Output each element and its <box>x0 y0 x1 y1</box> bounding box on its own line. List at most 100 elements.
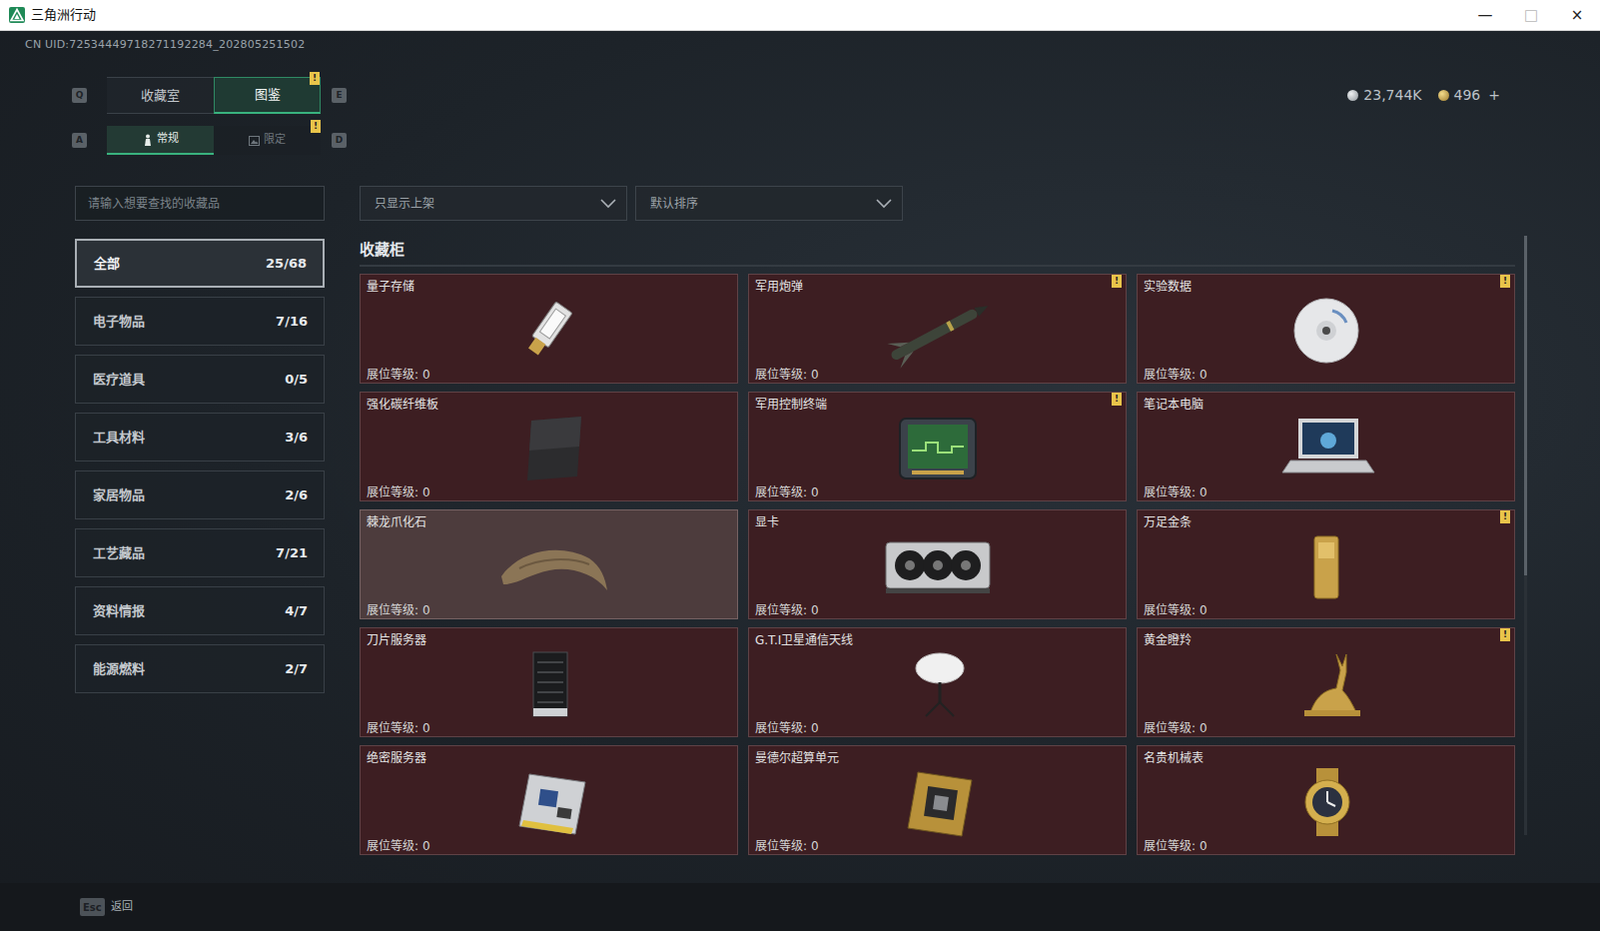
key-hint: E <box>331 87 347 103</box>
category-item[interactable]: 工具材料3/6 <box>74 412 325 462</box>
alert-badge: ! <box>1111 392 1122 406</box>
booth-level-label: 展位等级: <box>1143 602 1196 619</box>
booth-level-value: 0 <box>1199 720 1208 737</box>
collectible-card[interactable]: 绝密服务器展位等级:0 <box>359 745 739 855</box>
category-item[interactable]: 能源燃料2/7 <box>74 644 325 694</box>
collectible-name: 绝密服务器 <box>366 750 732 767</box>
collectible-card[interactable]: 军用控制终端展位等级:0! <box>748 391 1127 502</box>
collectible-card[interactable]: 万足金条展位等级:0! <box>1136 509 1516 620</box>
category-count: 25/68 <box>265 253 307 274</box>
filter-dropdown[interactable]: 只显示上架 <box>359 185 628 221</box>
category-label: 工艺藏品 <box>92 543 145 564</box>
cabinet-area: 量子存储展位等级:0军用炮弹展位等级:0!实验数据展位等级:0!强化碳纤维板展位… <box>359 273 1529 858</box>
booth-level: 展位等级:0 <box>366 602 732 619</box>
booth-level-label: 展位等级: <box>1143 366 1196 383</box>
category-item[interactable]: 全部25/68 <box>74 238 325 288</box>
satellite-dish-icon <box>755 648 1120 721</box>
data-disc-icon <box>1143 294 1509 367</box>
scrollbar-thumb[interactable] <box>1524 235 1528 576</box>
filter-dropdown[interactable]: 默认排序 <box>635 185 903 221</box>
booth-level-label: 展位等级: <box>755 720 807 737</box>
collectible-name: 量子存储 <box>366 278 732 295</box>
fossil-claw-icon <box>366 530 732 603</box>
search-field[interactable] <box>74 185 325 221</box>
silver-coin-icon <box>1347 89 1359 101</box>
sub-tab[interactable]: 常规 <box>106 125 214 155</box>
collectible-card[interactable]: 军用炮弹展位等级:0! <box>748 273 1127 384</box>
gold-bar-icon <box>1143 530 1509 603</box>
booth-level: 展位等级:0 <box>366 837 732 854</box>
booth-level-value: 0 <box>810 366 819 383</box>
minimize-button[interactable]: — <box>1462 0 1509 31</box>
main-area: 全部25/68 电子物品7/16 医疗道具0/5 工具材料3/6 家居物品2/6 工艺藏品… <box>0 185 1600 858</box>
collectible-name: 强化碳纤维板 <box>366 396 732 413</box>
booth-level-value: 0 <box>1199 602 1208 619</box>
window-controls: —□× <box>1462 0 1600 31</box>
luxury-watch-icon <box>1143 766 1509 838</box>
booth-level-label: 展位等级: <box>1143 720 1196 737</box>
laptop-icon <box>1143 412 1509 485</box>
uid-label: CN UID:72534449718271192284_202805251502 <box>0 30 1600 52</box>
carbon-plate-icon <box>366 412 732 485</box>
supercomputer-chip-icon <box>755 766 1120 838</box>
close-button[interactable]: × <box>1554 0 1600 31</box>
scrollbar-track[interactable] <box>1524 235 1528 835</box>
right-column: 只显示上架默认排序收藏柜量子存储展位等级:0军用炮弹展位等级:0!实验数据展位等… <box>359 185 1529 858</box>
booth-level: 展位等级:0 <box>1143 484 1509 501</box>
main-tab[interactable]: 收藏室 <box>106 76 214 114</box>
collectible-name: 显卡 <box>755 514 1120 531</box>
collectible-name: 笔记本电脑 <box>1143 396 1509 413</box>
main-tab[interactable]: 图鉴! <box>213 76 321 114</box>
booth-level-label: 展位等级: <box>755 837 807 854</box>
sub-tabs: 常规限定! <box>106 125 321 155</box>
collectible-name: G.T.I卫星通信天线 <box>755 632 1120 649</box>
back-button[interactable]: Esc返回 <box>79 897 133 916</box>
category-item[interactable]: 家居物品2/6 <box>74 470 325 520</box>
add-currency-button[interactable]: + <box>1488 84 1501 106</box>
maximize-button[interactable]: □ <box>1508 0 1555 31</box>
collectible-card[interactable]: 量子存储展位等级:0 <box>359 273 739 384</box>
left-column: 全部25/68 电子物品7/16 医疗道具0/5 工具材料3/6 家居物品2/6 工艺藏品… <box>74 185 325 858</box>
alert-badge: ! <box>310 119 321 133</box>
filter-label: 默认排序 <box>650 194 699 213</box>
category-count: 2/6 <box>284 485 308 506</box>
collectible-name: 曼德尔超算单元 <box>755 750 1120 767</box>
category-label: 能源燃料 <box>92 659 145 680</box>
booth-level: 展位等级:0 <box>366 484 732 501</box>
tab-label: 收藏室 <box>140 85 180 106</box>
category-item[interactable]: 工艺藏品 7/21 <box>74 528 325 578</box>
booth-level-label: 展位等级: <box>755 484 807 501</box>
booth-level-value: 0 <box>1199 484 1208 501</box>
category-count: 7/21 <box>275 543 308 564</box>
collectible-card[interactable]: 显卡展位等级:0 <box>748 509 1127 620</box>
booth-level-label: 展位等级: <box>1143 837 1196 854</box>
category-item[interactable]: 资料情报4/7 <box>74 586 325 636</box>
collectible-name: 黄金瞪羚 <box>1143 632 1509 649</box>
collectible-card[interactable]: 笔记本电脑展位等级:0 <box>1136 391 1516 502</box>
category-item[interactable]: 电子物品7/16 <box>74 296 325 346</box>
usb-storage-icon <box>366 294 732 367</box>
collectible-card[interactable]: 名贵机械表展位等级:0 <box>1136 745 1516 855</box>
collectible-card[interactable]: 曼德尔超算单元展位等级:0 <box>748 745 1127 855</box>
collectible-card[interactable]: 黄金瞪羚展位等级:0! <box>1136 627 1516 738</box>
collectible-card[interactable]: 实验数据展位等级:0! <box>1136 273 1516 384</box>
booth-level-value: 0 <box>422 837 431 854</box>
booth-level-value: 0 <box>810 837 819 854</box>
booth-level: 展位等级:0 <box>1143 366 1509 383</box>
key-hint: Q <box>71 87 87 103</box>
collectible-card[interactable]: 强化碳纤维板展位等级:0 <box>359 391 739 502</box>
sub-tab-row: A常规限定!D <box>0 125 1600 155</box>
sub-tab[interactable]: 限定! <box>213 125 321 155</box>
category-count: 7/16 <box>275 311 308 332</box>
back-label: 返回 <box>110 898 133 916</box>
category-item[interactable]: 医疗道具0/5 <box>74 354 325 404</box>
alert-badge: ! <box>1111 274 1122 288</box>
collectible-card[interactable]: 棘龙爪化石展位等级:0 <box>359 509 739 620</box>
collectible-card[interactable]: 刀片服务器展位等级:0 <box>359 627 739 738</box>
booth-level-label: 展位等级: <box>1143 484 1196 501</box>
key-hint: D <box>331 132 347 148</box>
category-count: 4/7 <box>284 601 308 622</box>
collectible-card[interactable]: G.T.I卫星通信天线展位等级:0 <box>748 627 1127 738</box>
booth-level: 展位等级:0 <box>755 720 1120 737</box>
booth-level-value: 0 <box>810 602 819 619</box>
